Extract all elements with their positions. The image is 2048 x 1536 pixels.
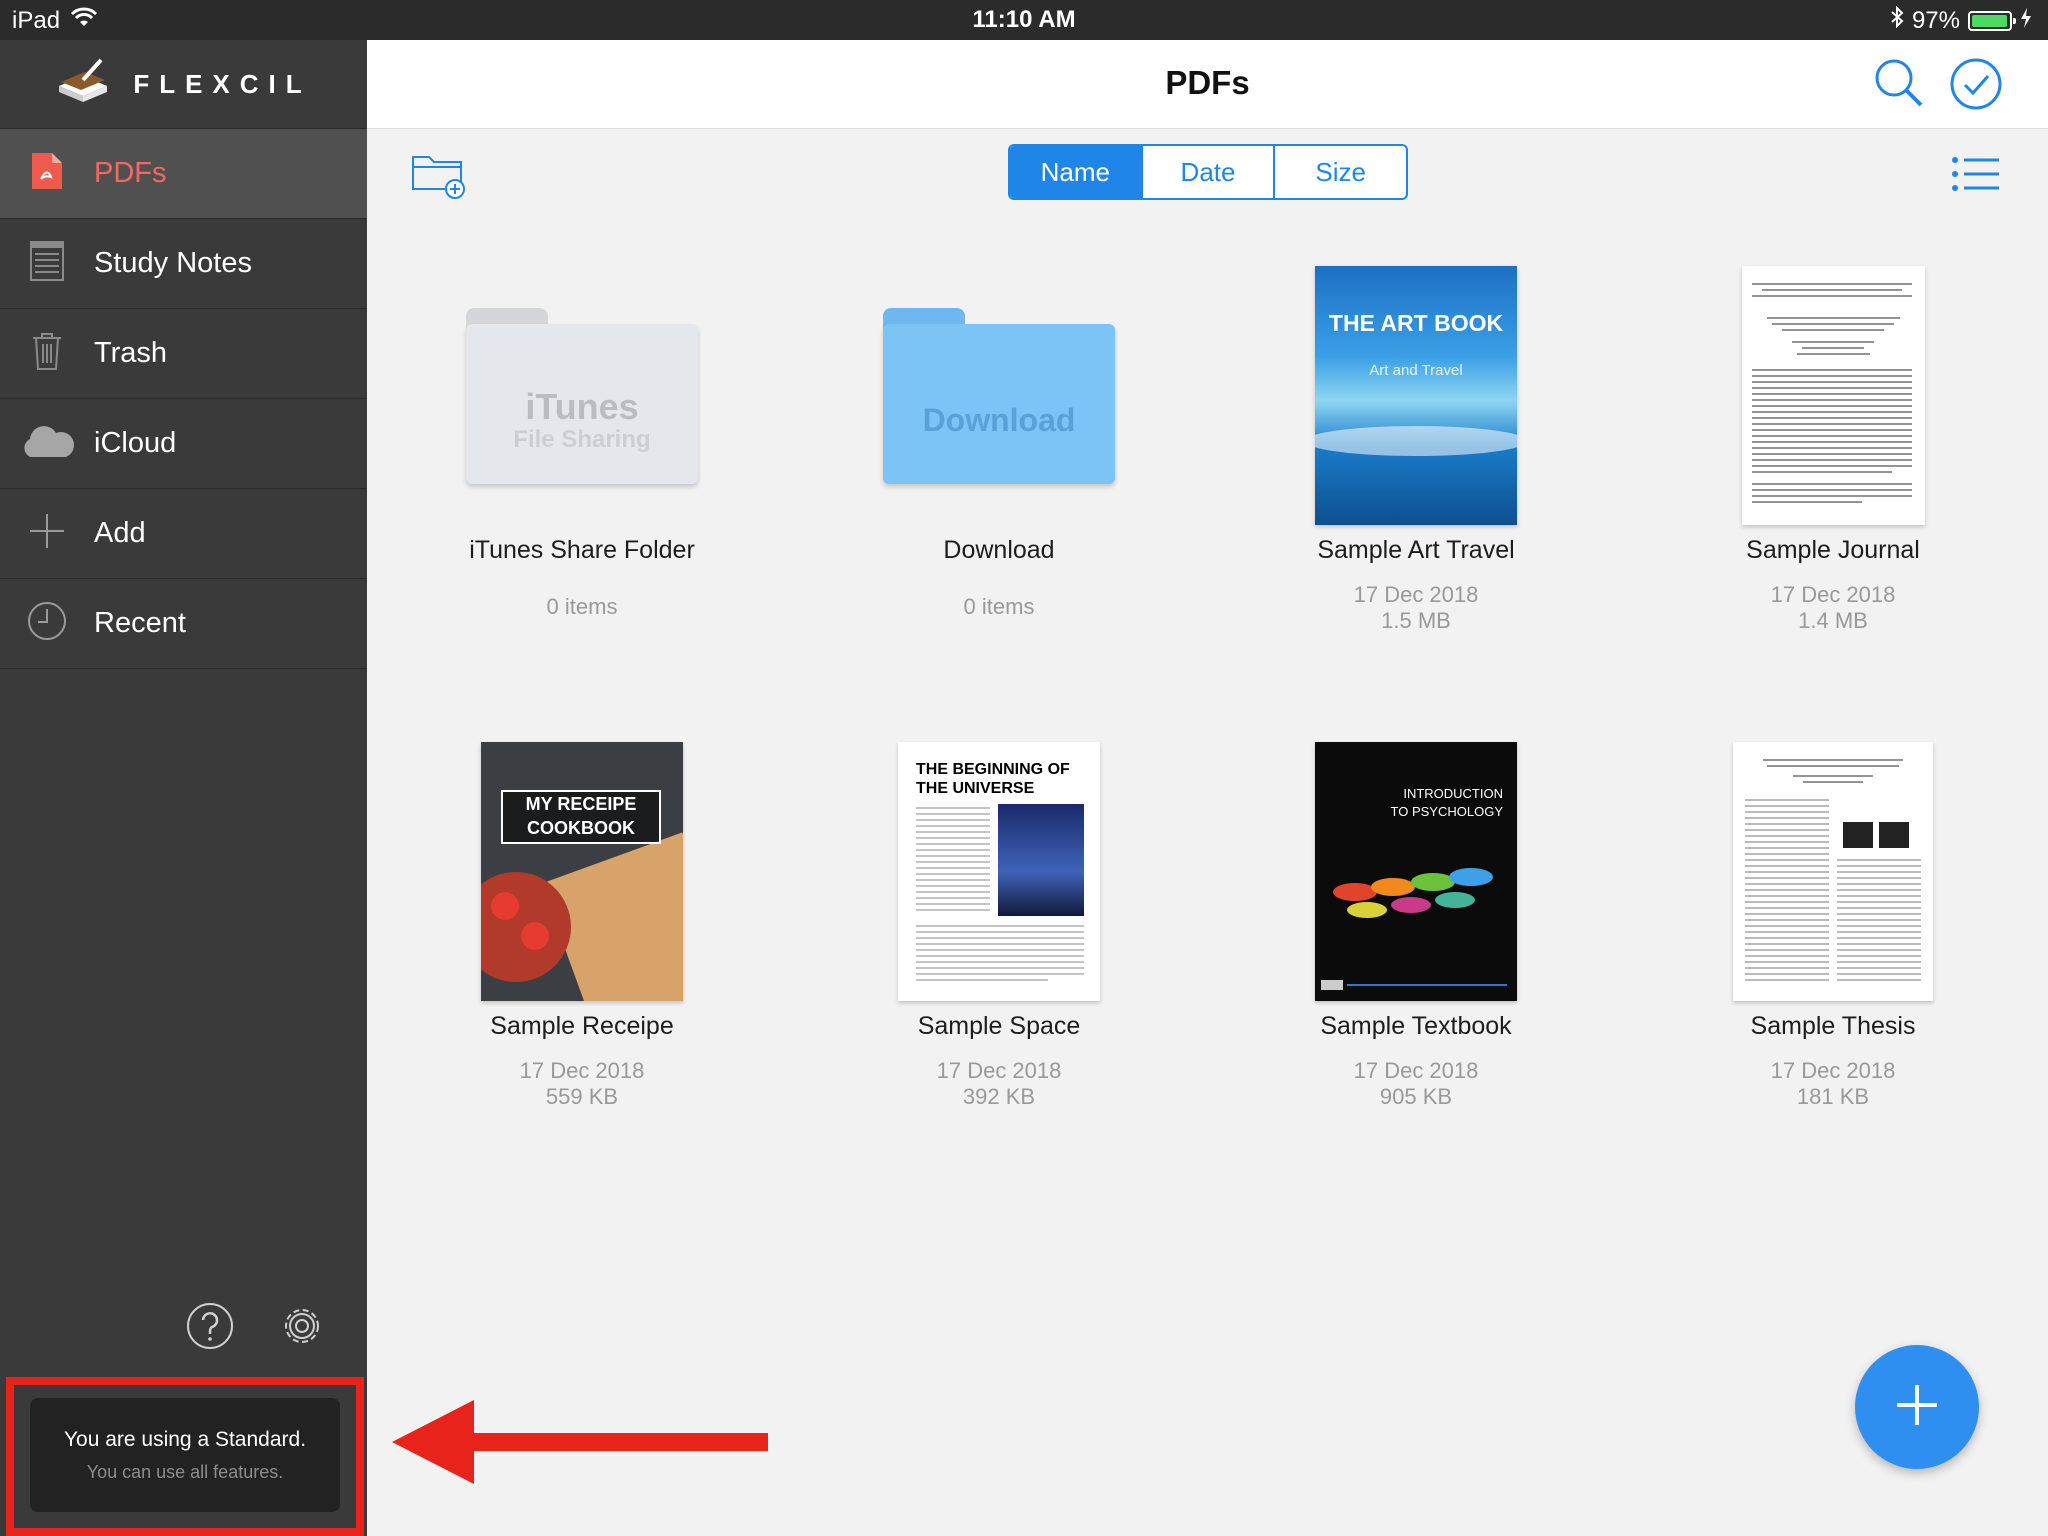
thesis-cover bbox=[1733, 742, 1933, 1001]
item-name: Sample Space bbox=[917, 1012, 1081, 1040]
toolbar: Name Date Size bbox=[367, 129, 2048, 219]
flexcil-logo-icon bbox=[55, 58, 111, 111]
header: PDFs bbox=[367, 40, 2048, 129]
journal-cover bbox=[1741, 266, 1925, 525]
recipe-cookbook-cover: MY RECEIPE COOKBOOK bbox=[481, 742, 683, 1001]
item-name: Download bbox=[943, 536, 1055, 564]
page-title: PDFs bbox=[1165, 64, 1250, 101]
select-check-icon[interactable] bbox=[1949, 57, 2003, 116]
trash-icon bbox=[32, 332, 62, 375]
charging-icon bbox=[2020, 7, 2032, 35]
sidebar-item-study-notes[interactable]: Study Notes bbox=[0, 219, 367, 309]
license-notice: You are using a Standard. You can use al… bbox=[30, 1398, 340, 1512]
space-cover: THE BEGINNING OF THE UNIVERSE bbox=[898, 742, 1100, 1001]
pdf-sample-thesis[interactable]: Sample Thesis 17 Dec 2018 181 KB bbox=[1663, 736, 2003, 1116]
item-size: 905 KB bbox=[1379, 1084, 1453, 1109]
pdf-sample-textbook[interactable]: INTRODUCTION TO PSYCHOLOGY Sample Textbo… bbox=[1246, 736, 1586, 1116]
item-date: 17 Dec 2018 bbox=[1353, 582, 1479, 607]
notice-title: You are using a Standard. bbox=[63, 1428, 307, 1451]
item-size: 559 KB bbox=[545, 1084, 619, 1109]
sidebar: FLEXCIL PDFs Study Notes Trash iCloud Ad… bbox=[0, 40, 367, 1536]
download-folder-icon: Download bbox=[883, 308, 1115, 490]
battery-icon bbox=[1968, 10, 2016, 31]
notes-icon bbox=[30, 241, 64, 286]
status-bar: iPad 11:10 AM 97% bbox=[0, 0, 2048, 40]
pdf-sample-journal[interactable]: Sample Journal 17 Dec 2018 1.4 MB bbox=[1663, 260, 2003, 640]
pdf-sample-receipe[interactable]: MY RECEIPE COOKBOOK Sample Receipe 17 De… bbox=[412, 736, 752, 1116]
item-size: 181 KB bbox=[1796, 1084, 1870, 1109]
art-book-cover: THE ART BOOK Art and Travel bbox=[1315, 266, 1517, 525]
item-count: 0 items bbox=[546, 594, 618, 619]
item-size: 1.4 MB bbox=[1798, 608, 1868, 633]
sidebar-item-label: iCloud bbox=[94, 427, 177, 459]
search-icon[interactable] bbox=[1873, 57, 1925, 114]
plus-icon bbox=[28, 512, 66, 555]
sidebar-item-icloud[interactable]: iCloud bbox=[0, 399, 367, 489]
cloud-icon bbox=[18, 423, 76, 464]
sidebar-item-label: Add bbox=[94, 517, 146, 549]
sidebar-item-label: Recent bbox=[94, 607, 186, 639]
item-date: 17 Dec 2018 bbox=[1770, 582, 1896, 607]
annotation-arrow-icon bbox=[392, 1400, 772, 1489]
help-icon[interactable] bbox=[186, 1302, 234, 1355]
item-date: 17 Dec 2018 bbox=[519, 1058, 645, 1083]
sort-segmented-control: Name Date Size bbox=[1008, 144, 1408, 200]
sidebar-item-label: Trash bbox=[94, 337, 168, 369]
item-count: 0 items bbox=[963, 594, 1035, 619]
item-name: Sample Journal bbox=[1746, 536, 1920, 564]
settings-gear-icon[interactable] bbox=[278, 1302, 326, 1355]
item-date: 17 Dec 2018 bbox=[1770, 1058, 1896, 1083]
item-name: Sample Thesis bbox=[1750, 1012, 1916, 1040]
brand-name: FLEXCIL bbox=[133, 68, 312, 99]
notice-subtitle: You can use all features. bbox=[86, 1462, 284, 1482]
bluetooth-icon bbox=[1890, 5, 1904, 35]
itunes-folder-icon: iTunes File Sharing bbox=[466, 308, 698, 490]
item-date: 17 Dec 2018 bbox=[1353, 1058, 1479, 1083]
notice-highlight-frame: You are using a Standard. You can use al… bbox=[6, 1377, 364, 1536]
item-name: Sample Textbook bbox=[1320, 1012, 1512, 1040]
clock: 11:10 AM bbox=[972, 6, 1076, 33]
item-name: Sample Receipe bbox=[490, 1012, 674, 1040]
pdf-sample-space[interactable]: THE BEGINNING OF THE UNIVERSE Sample Spa… bbox=[829, 736, 1169, 1116]
plus-icon bbox=[1894, 1382, 1940, 1433]
pdf-sample-art-travel[interactable]: THE ART BOOK Art and Travel Sample Art T… bbox=[1246, 260, 1586, 640]
pdf-icon bbox=[32, 153, 62, 194]
sidebar-item-recent[interactable]: Recent bbox=[0, 579, 367, 669]
brand: FLEXCIL bbox=[0, 40, 367, 129]
item-name: Sample Art Travel bbox=[1317, 536, 1515, 564]
sidebar-item-label: PDFs bbox=[94, 157, 167, 189]
sidebar-item-pdfs[interactable]: PDFs bbox=[0, 129, 367, 219]
sidebar-item-trash[interactable]: Trash bbox=[0, 309, 367, 399]
sort-size-button[interactable]: Size bbox=[1275, 146, 1406, 198]
item-date: 17 Dec 2018 bbox=[936, 1058, 1062, 1083]
folder-download[interactable]: Download Download 0 items bbox=[829, 260, 1169, 630]
item-name: iTunes Share Folder bbox=[469, 536, 695, 564]
sort-date-button[interactable]: Date bbox=[1143, 146, 1276, 198]
sort-name-button[interactable]: Name bbox=[1010, 146, 1143, 198]
sidebar-item-label: Study Notes bbox=[94, 247, 252, 279]
clock-icon bbox=[27, 601, 67, 646]
add-document-button[interactable] bbox=[1855, 1345, 1979, 1469]
list-view-icon[interactable] bbox=[1951, 156, 2001, 197]
psychology-textbook-cover: INTRODUCTION TO PSYCHOLOGY bbox=[1315, 742, 1517, 1001]
item-size: 392 KB bbox=[962, 1084, 1036, 1109]
item-size: 1.5 MB bbox=[1381, 608, 1451, 633]
battery-percent: 97% bbox=[1911, 6, 1960, 34]
folder-itunes-share[interactable]: iTunes File Sharing iTunes Share Folder … bbox=[412, 260, 752, 630]
sidebar-item-add[interactable]: Add bbox=[0, 489, 367, 579]
new-folder-icon[interactable] bbox=[411, 149, 469, 204]
